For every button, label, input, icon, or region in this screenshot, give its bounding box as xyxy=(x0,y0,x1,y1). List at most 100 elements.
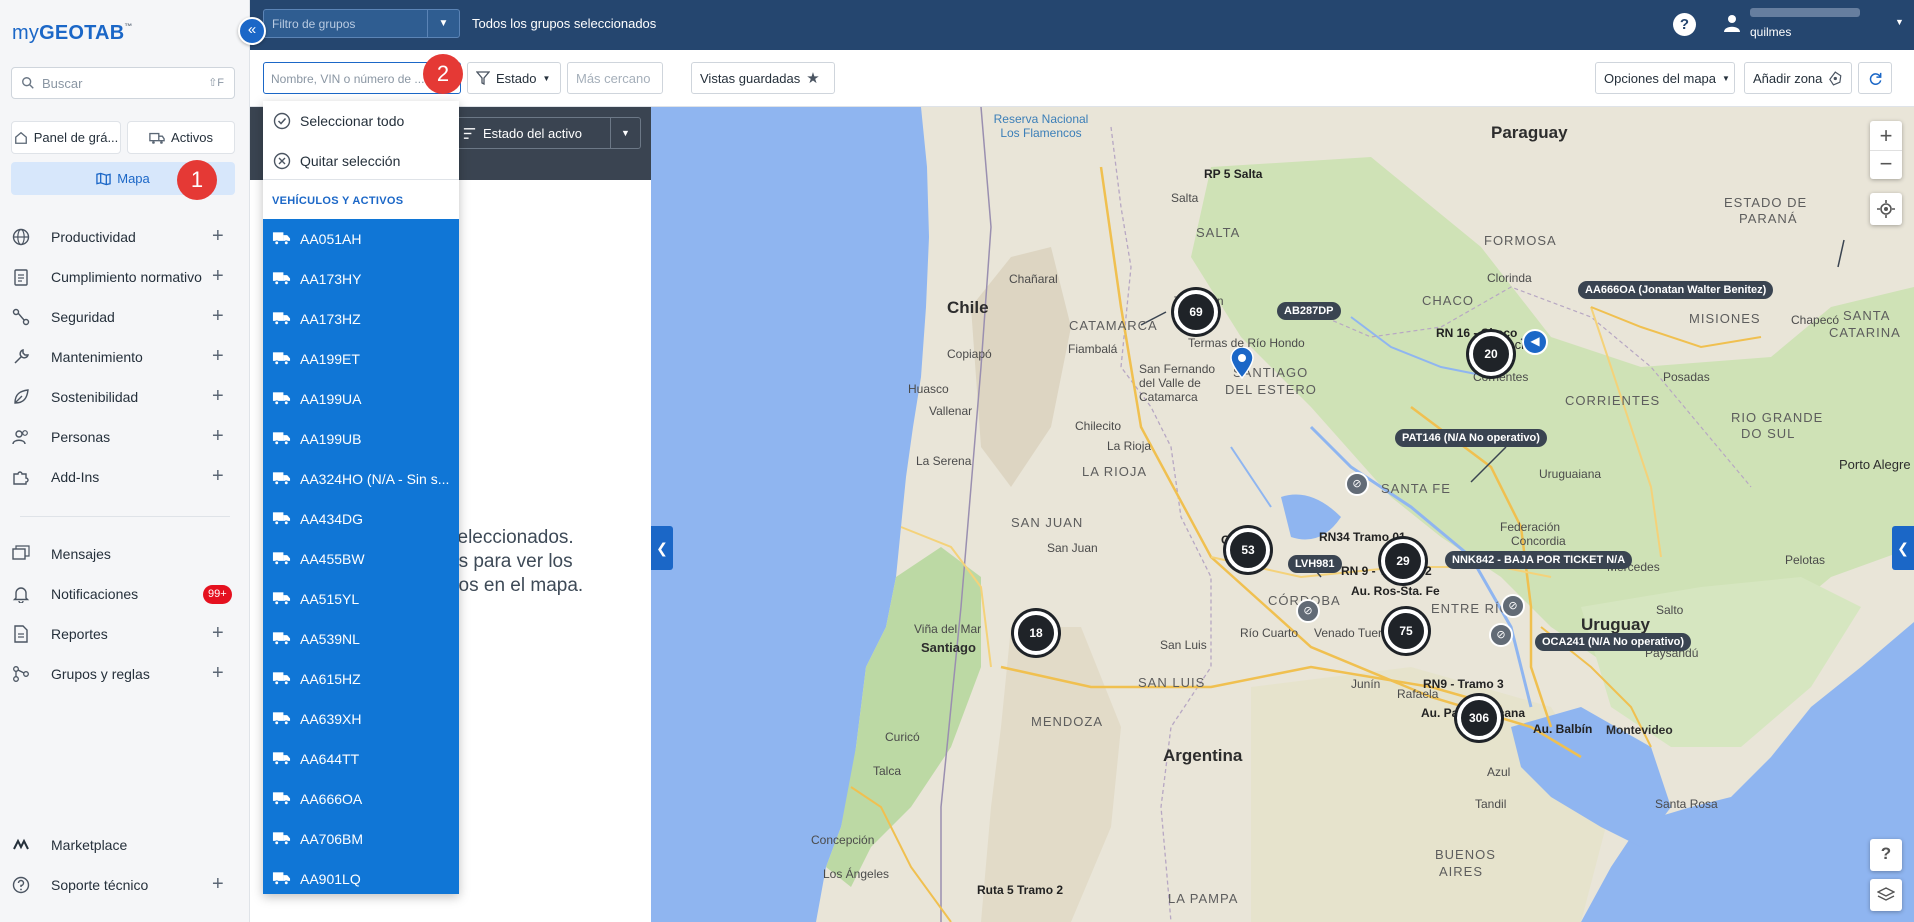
chevron-down-icon[interactable]: ▼ xyxy=(610,118,640,148)
map-view[interactable]: Paraguay Chile Argentina Uruguay SALTA C… xyxy=(651,107,1914,922)
sidebar-item-mantenimiento[interactable]: Mantenimiento + xyxy=(0,337,250,377)
vehicle-list-item[interactable]: AA199UB xyxy=(263,419,459,459)
map-options-button[interactable]: Opciones del mapa ▼ xyxy=(1595,62,1735,94)
vehicle-list-item[interactable]: AA615HZ xyxy=(263,659,459,699)
collapse-sidebar-button[interactable]: « xyxy=(238,17,266,45)
map-help-button[interactable]: ? xyxy=(1870,839,1902,871)
zoom-out-button[interactable]: − xyxy=(1870,151,1902,179)
user-icon[interactable] xyxy=(1722,13,1742,33)
vehicle-list-item[interactable]: AA434DG xyxy=(263,499,459,539)
expand-plus-icon[interactable]: + xyxy=(212,663,224,683)
truck-icon xyxy=(272,272,291,286)
sidebar-item-notificaciones[interactable]: Notificaciones 99+ xyxy=(0,574,250,614)
map-city-label: Clorinda xyxy=(1487,271,1532,285)
vehicle-label[interactable]: AB287DP xyxy=(1277,302,1341,320)
vehicle-list-item[interactable]: AA901LQ xyxy=(263,859,459,894)
sidebar-item-grupos[interactable]: Grupos y reglas + xyxy=(0,654,250,694)
sidebar-item-sostenibilidad[interactable]: Sostenibilidad + xyxy=(0,377,250,417)
estado-filter-button[interactable]: Estado ▼ xyxy=(467,62,561,94)
expand-plus-icon[interactable]: + xyxy=(212,306,224,326)
vehicle-list-item[interactable]: AA639XH xyxy=(263,699,459,739)
sidebar-item-marketplace[interactable]: Marketplace xyxy=(0,825,250,865)
my-location-button[interactable] xyxy=(1870,193,1902,225)
vehicle-cluster[interactable]: 75 xyxy=(1384,609,1428,653)
asset-state-sort-select[interactable]: Estado del activo ▼ xyxy=(452,117,641,149)
saved-views-button[interactable]: Vistas guardadas ★ xyxy=(691,62,835,94)
collapse-panel-left-tab[interactable]: ❮ xyxy=(651,526,673,570)
vehicle-name: AA639XH xyxy=(300,711,362,727)
map-layers-button[interactable] xyxy=(1870,879,1902,911)
sidebar-search-input[interactable]: Buscar ⇧F xyxy=(11,67,235,99)
expand-plus-icon[interactable]: + xyxy=(212,346,224,366)
vehicle-label[interactable]: PAT146 (N/A No operativo) xyxy=(1395,429,1547,447)
vehicle-list-item[interactable]: AA706BM xyxy=(263,819,459,859)
sidebar-item-cumplimiento[interactable]: Cumplimiento normativo + xyxy=(0,257,250,297)
sidebar-item-seguridad[interactable]: Seguridad + xyxy=(0,297,250,337)
expand-plus-icon[interactable]: + xyxy=(212,226,224,246)
vehicle-list-item[interactable]: AA173HZ xyxy=(263,299,459,339)
vehicle-list-item[interactable]: AA515YL xyxy=(263,579,459,619)
select-all-option[interactable]: Seleccionar todo xyxy=(263,101,459,141)
vehicle-name: AA644TT xyxy=(300,751,360,767)
expand-plus-icon[interactable]: + xyxy=(212,874,224,894)
map-city-label: Chilecito xyxy=(1075,419,1122,433)
vehicle-cluster[interactable]: 29 xyxy=(1381,539,1425,583)
sidebar-item-mensajes[interactable]: Mensajes xyxy=(0,534,250,574)
hidden-vehicle-icon[interactable]: ⊘ xyxy=(1296,599,1320,623)
sidebar-item-productividad[interactable]: Productividad + xyxy=(0,217,250,257)
map-city-label: San Luis xyxy=(1160,638,1207,652)
expand-plus-icon[interactable]: + xyxy=(212,466,224,486)
open-panel-right-tab[interactable]: ❮ xyxy=(1892,526,1914,570)
vehicle-label[interactable]: LVH981 xyxy=(1288,555,1342,573)
vehicle-list-item[interactable]: AA173HY xyxy=(263,259,459,299)
hidden-vehicle-icon[interactable]: ⊘ xyxy=(1489,623,1513,647)
vehicle-label[interactable]: OCA241 (N/A No operativo) xyxy=(1535,633,1692,651)
nearest-button[interactable]: Más cercano xyxy=(567,62,663,94)
expand-plus-icon[interactable]: + xyxy=(212,623,224,643)
help-button[interactable]: ? xyxy=(1673,13,1696,36)
vehicle-list-item[interactable]: AA539NL xyxy=(263,619,459,659)
hidden-vehicle-icon[interactable]: ⊘ xyxy=(1501,594,1525,618)
group-filter-input[interactable]: Filtro de grupos ▼ xyxy=(263,9,460,38)
nearest-label: Más cercano xyxy=(576,70,651,86)
vehicle-label[interactable]: NNK842 - BAJA POR TICKET N/A xyxy=(1445,551,1633,569)
chevron-down-icon[interactable]: ▼ xyxy=(1895,17,1904,27)
vehicle-cluster[interactable]: 306 xyxy=(1457,696,1501,740)
location-pin-icon[interactable] xyxy=(1229,347,1255,379)
asset-search-placeholder: Nombre, VIN o número de ... xyxy=(271,72,425,86)
mygeotab-logo[interactable]: myGEOTAB™ xyxy=(12,22,133,45)
vehicle-label[interactable]: AA666OA (Jonatan Walter Benitez) xyxy=(1578,281,1774,299)
refresh-button[interactable] xyxy=(1858,62,1892,94)
vehicle-cluster[interactable]: 18 xyxy=(1014,611,1058,655)
add-zone-label: Añadir zona xyxy=(1753,70,1823,86)
clear-selection-option[interactable]: Quitar selección xyxy=(263,141,459,181)
expand-plus-icon[interactable]: + xyxy=(212,426,224,446)
navigation-arrow-icon[interactable]: ◀ xyxy=(1522,329,1548,355)
expand-plus-icon[interactable]: + xyxy=(212,386,224,406)
sidebar-item-reportes[interactable]: Reportes + xyxy=(0,614,250,654)
zoom-in-button[interactable]: + xyxy=(1870,121,1902,150)
vehicle-list-item[interactable]: AA051AH xyxy=(263,219,459,259)
tab-assets[interactable]: Activos xyxy=(127,121,235,154)
chevron-down-icon[interactable]: ▼ xyxy=(427,10,459,37)
user-name[interactable]: quilmes xyxy=(1750,25,1791,39)
vehicle-list-item[interactable]: AA199ET xyxy=(263,339,459,379)
tab-dashboard[interactable]: Panel de grá... xyxy=(11,121,121,154)
vehicle-list-item[interactable]: AA644TT xyxy=(263,739,459,779)
vehicle-list-item[interactable]: AA455BW xyxy=(263,539,459,579)
vehicle-list-item[interactable]: AA666OA xyxy=(263,779,459,819)
empty-selection-message: seleccionados. os para ver los rlos en e… xyxy=(448,526,648,598)
vehicle-cluster[interactable]: 69 xyxy=(1174,290,1218,334)
logo-my: my xyxy=(12,22,40,44)
vehicle-list-item[interactable]: AA199UA xyxy=(263,379,459,419)
sidebar-item-soporte[interactable]: Soporte técnico + xyxy=(0,865,250,905)
expand-plus-icon[interactable]: + xyxy=(212,266,224,286)
sidebar-item-addins[interactable]: Add-Ins + xyxy=(0,457,250,497)
sidebar-item-personas[interactable]: Personas + xyxy=(0,417,250,457)
add-zone-button[interactable]: Añadir zona xyxy=(1744,62,1852,94)
vehicle-cluster[interactable]: 20 xyxy=(1469,332,1513,376)
map-country-label: Uruguay xyxy=(1581,615,1650,634)
vehicle-cluster[interactable]: 53 xyxy=(1226,528,1270,572)
hidden-vehicle-icon[interactable]: ⊘ xyxy=(1345,472,1369,496)
vehicle-list-item[interactable]: AA324HO (N/A - Sin s... xyxy=(263,459,459,499)
